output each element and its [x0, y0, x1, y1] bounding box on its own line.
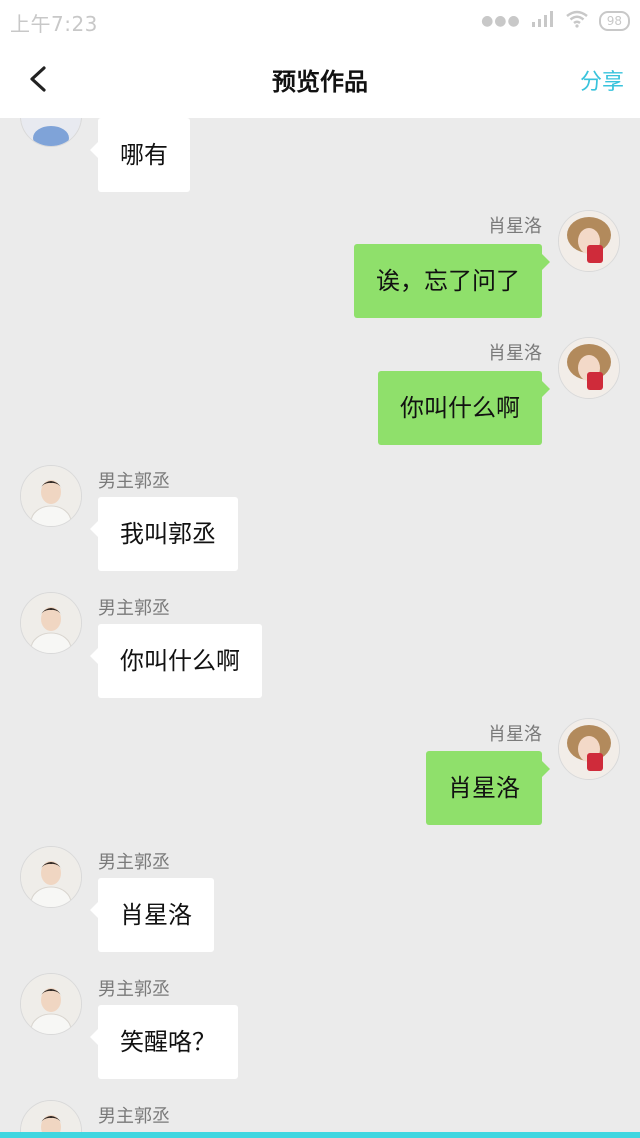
message-bubble[interactable]: 笑醒咯？ — [90, 1005, 238, 1079]
message-bubble[interactable]: 诶，忘了问了 — [354, 244, 550, 318]
status-icons: ●●● 98 — [481, 9, 630, 33]
sender-name: 肖星洛 — [488, 343, 542, 364]
message-bubble[interactable]: 你叫什么啊 — [90, 624, 262, 698]
battery-icon: 98 — [598, 11, 630, 31]
status-time: 上午7:23 — [10, 12, 98, 36]
bottom-accent-bar — [0, 1132, 640, 1138]
message-bubble[interactable]: 肖星洛 — [90, 878, 214, 952]
sender-name: 男主郭丞 — [98, 852, 170, 873]
more-dots-icon: ●●● — [481, 13, 521, 29]
wifi-icon — [565, 9, 589, 33]
avatar[interactable] — [20, 592, 82, 654]
message-bubble[interactable]: 肖星洛 — [426, 751, 550, 825]
message-bubble[interactable]: 你叫什么啊 — [378, 371, 550, 445]
avatar[interactable] — [558, 210, 620, 272]
sender-name: 男主郭丞 — [98, 598, 170, 619]
sender-name: 肖星洛 — [488, 216, 542, 237]
chat-list[interactable]: 哪有 肖星洛 诶，忘了问了 肖星洛 你叫什么啊 男主郭丞 我叫郭丞 男主郭丞 你… — [0, 118, 640, 1132]
avatar[interactable] — [20, 118, 82, 147]
signal-icon — [531, 9, 555, 33]
message-bubble[interactable]: 哪有 — [90, 118, 190, 192]
sender-name: 男主郭丞 — [98, 471, 170, 492]
avatar[interactable] — [20, 1100, 82, 1132]
avatar[interactable] — [20, 973, 82, 1035]
page-title: 预览作品 — [272, 68, 368, 96]
status-bar: 上午7:23 ●●● 98 — [0, 0, 640, 40]
message-bubble[interactable]: 我叫郭丞 — [90, 497, 238, 571]
avatar[interactable] — [558, 337, 620, 399]
sender-name: 男主郭丞 — [98, 979, 170, 1000]
sender-name: 男主郭丞 — [98, 1106, 170, 1127]
header: 预览作品 分享 — [0, 40, 640, 118]
avatar[interactable] — [20, 846, 82, 908]
sender-name: 肖星洛 — [488, 724, 542, 745]
share-button[interactable]: 分享 — [580, 64, 624, 96]
avatar[interactable] — [558, 718, 620, 780]
avatar[interactable] — [20, 465, 82, 527]
